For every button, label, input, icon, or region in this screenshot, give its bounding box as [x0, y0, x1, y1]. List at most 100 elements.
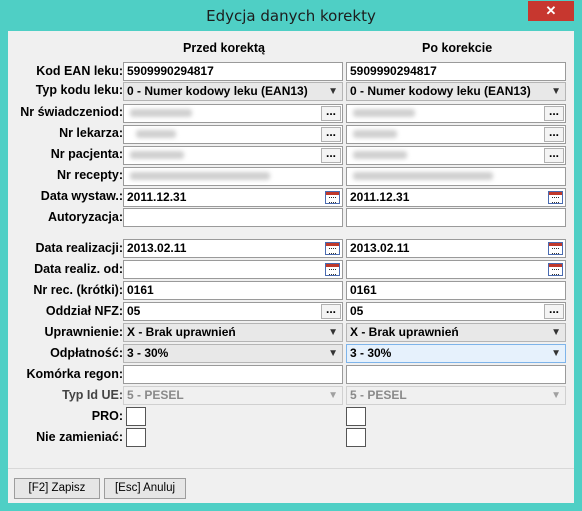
- calendar-icon[interactable]: [548, 242, 563, 255]
- after-nr-swiad-field[interactable]: ...: [346, 104, 566, 123]
- label-autoryzacja: Autoryzacja:: [47, 210, 123, 224]
- before-data-realizacji-value: 2013.02.11: [127, 241, 187, 255]
- before-typ-id-ue-value: 5 - PESEL: [127, 388, 184, 402]
- browse-button[interactable]: ...: [544, 147, 564, 163]
- before-ean-field[interactable]: 5909990294817: [123, 62, 343, 81]
- before-oddzial-nfz-value: 05: [127, 304, 141, 318]
- before-kod-type-value: 0 - Numer kodowy leku (EAN13): [127, 84, 308, 98]
- redacted-value: [136, 130, 176, 138]
- chevron-down-icon: ▼: [551, 327, 561, 338]
- button-bar: [F2] Zapisz [Esc] Anuluj: [8, 468, 574, 503]
- calendar-icon[interactable]: [325, 263, 340, 276]
- label-pro: PRO:: [91, 409, 123, 423]
- cancel-button[interactable]: [Esc] Anuluj: [104, 478, 186, 499]
- close-button[interactable]: ✕: [528, 1, 574, 21]
- title-bar[interactable]: Edycja danych korekty ✕: [0, 0, 582, 30]
- before-nr-pacjenta-field[interactable]: ...: [123, 146, 343, 165]
- before-kod-type-select[interactable]: 0 - Numer kodowy leku (EAN13) ▼: [123, 82, 343, 101]
- label-nr-rec-krotki: Nr rec. (krótki):: [33, 283, 123, 297]
- browse-button[interactable]: ...: [321, 126, 341, 142]
- chevron-down-icon: ▼: [328, 390, 338, 401]
- calendar-icon[interactable]: [548, 191, 563, 204]
- calendar-icon[interactable]: [325, 191, 340, 204]
- label-odplatnosc: Odpłatność:: [50, 346, 123, 360]
- redacted-value: [353, 151, 407, 159]
- correction-form: Przed korektą Po korekcie Kod EAN leku: …: [8, 31, 574, 468]
- calendar-icon[interactable]: [548, 263, 563, 276]
- before-autoryzacja-field[interactable]: [123, 208, 343, 227]
- after-nr-rec-krotki-field[interactable]: 0161: [346, 281, 566, 300]
- browse-button[interactable]: ...: [544, 105, 564, 121]
- after-odplatnosc-select[interactable]: 3 - 30% ▼: [346, 344, 566, 363]
- after-data-wystaw-field[interactable]: 2011.12.31: [346, 188, 566, 207]
- after-autoryzacja-field[interactable]: [346, 208, 566, 227]
- window-title: Edycja danych korekty: [206, 7, 376, 25]
- before-odplatnosc-select[interactable]: 3 - 30% ▼: [123, 344, 343, 363]
- before-komorka-regon-field[interactable]: [123, 365, 343, 384]
- after-nr-recepty-field[interactable]: [346, 167, 566, 186]
- before-nr-swiad-field[interactable]: ...: [123, 104, 343, 123]
- label-kod-type: Typ kodu leku:: [35, 83, 123, 97]
- after-komorka-regon-field[interactable]: [346, 365, 566, 384]
- before-data-realiz-od-field[interactable]: . .: [123, 260, 343, 279]
- before-uprawnienie-select[interactable]: X - Brak uprawnień ▼: [123, 323, 343, 342]
- browse-button[interactable]: ...: [321, 105, 341, 121]
- label-uprawnienie: Uprawnienie:: [44, 325, 124, 339]
- dialog-window: Edycja danych korekty ✕ Przed korektą Po…: [0, 0, 582, 511]
- chevron-down-icon: ▼: [328, 327, 338, 338]
- column-header-before: Przed korektą: [183, 41, 265, 55]
- after-oddzial-nfz-value: 05: [350, 304, 364, 318]
- after-kod-type-select[interactable]: 0 - Numer kodowy leku (EAN13) ▼: [346, 82, 566, 101]
- browse-button[interactable]: ...: [544, 303, 564, 319]
- label-nr-lekarza: Nr lekarza:: [59, 126, 123, 140]
- label-komorka-regon: Komórka regon:: [26, 367, 123, 381]
- after-data-realizacji-field[interactable]: 2013.02.11: [346, 239, 566, 258]
- after-nr-pacjenta-field[interactable]: ...: [346, 146, 566, 165]
- before-nr-recepty-field[interactable]: [123, 167, 343, 186]
- after-pro-checkbox[interactable]: [346, 407, 366, 426]
- redacted-value: [130, 172, 270, 180]
- after-data-wystaw-value: 2011.12.31: [350, 190, 410, 204]
- before-nr-rec-krotki-field[interactable]: 0161: [123, 281, 343, 300]
- browse-button[interactable]: ...: [544, 126, 564, 142]
- calendar-icon[interactable]: [325, 242, 340, 255]
- before-pro-checkbox[interactable]: [126, 407, 146, 426]
- after-uprawnienie-value: X - Brak uprawnień: [350, 325, 459, 339]
- redacted-value: [353, 109, 415, 117]
- after-nie-zamieniac-checkbox[interactable]: [346, 428, 366, 447]
- before-data-realizacji-field[interactable]: 2013.02.11: [123, 239, 343, 258]
- after-ean-field[interactable]: 5909990294817: [346, 62, 566, 81]
- before-oddzial-nfz-field[interactable]: 05 ...: [123, 302, 343, 321]
- before-typ-id-ue-select: 5 - PESEL ▼: [123, 386, 343, 405]
- browse-button[interactable]: ...: [321, 147, 341, 163]
- label-nr-pacjenta: Nr pacjenta:: [50, 147, 123, 161]
- before-data-wystaw-value: 2011.12.31: [127, 190, 187, 204]
- after-typ-id-ue-value: 5 - PESEL: [350, 388, 407, 402]
- after-oddzial-nfz-field[interactable]: 05 ...: [346, 302, 566, 321]
- before-nr-lekarza-field[interactable]: ...: [123, 125, 343, 144]
- after-data-realizacji-value: 2013.02.11: [350, 241, 410, 255]
- label-nr-recepty: Nr recepty:: [57, 168, 123, 182]
- before-nie-zamieniac-checkbox[interactable]: [126, 428, 146, 447]
- chevron-down-icon: ▼: [328, 348, 338, 359]
- column-header-after: Po korekcie: [422, 41, 493, 55]
- after-nr-lekarza-field[interactable]: ...: [346, 125, 566, 144]
- before-data-wystaw-field[interactable]: 2011.12.31: [123, 188, 343, 207]
- label-nie-zamieniac: Nie zamieniać:: [36, 430, 123, 444]
- label-data-realizacji: Data realizacji:: [35, 241, 123, 255]
- before-odplatnosc-value: 3 - 30%: [127, 346, 169, 360]
- redacted-value: [130, 109, 192, 117]
- after-odplatnosc-value: 3 - 30%: [350, 346, 392, 360]
- save-button[interactable]: [F2] Zapisz: [14, 478, 100, 499]
- redacted-value: [353, 130, 397, 138]
- browse-button[interactable]: ...: [321, 303, 341, 319]
- label-data-realiz-od: Data realiz. od:: [34, 262, 123, 276]
- label-typ-id-ue: Typ Id UE:: [62, 388, 123, 402]
- close-icon: ✕: [545, 3, 557, 18]
- chevron-down-icon: ▼: [551, 348, 561, 359]
- after-uprawnienie-select[interactable]: X - Brak uprawnień ▼: [346, 323, 566, 342]
- label-data-wystaw: Data wystaw.:: [40, 189, 123, 203]
- redacted-value: [353, 172, 493, 180]
- after-data-realiz-od-field[interactable]: . .: [346, 260, 566, 279]
- before-uprawnienie-value: X - Brak uprawnień: [127, 325, 236, 339]
